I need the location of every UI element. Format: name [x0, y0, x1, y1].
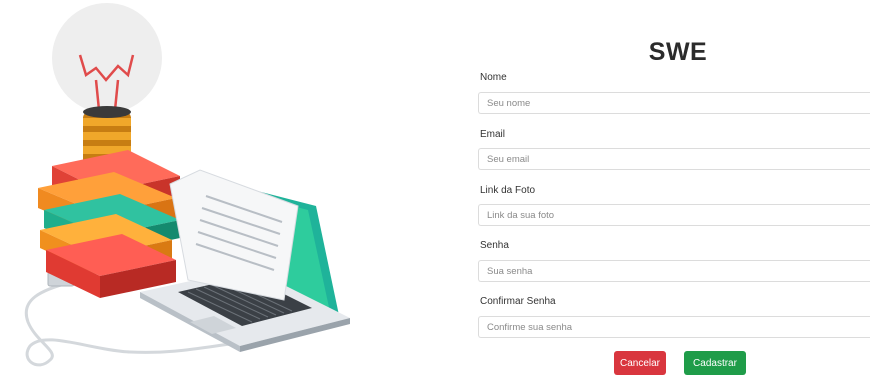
- name-input[interactable]: [478, 92, 870, 114]
- books-icon: [38, 150, 180, 298]
- photo-link-label: Link da Foto: [480, 185, 536, 196]
- photo-link-input[interactable]: [478, 204, 870, 226]
- name-label: Nome: [480, 72, 507, 83]
- cancel-button[interactable]: Cancelar: [614, 351, 666, 375]
- confirm-password-label: Confirmar Senha: [480, 296, 556, 307]
- email-label: Email: [480, 129, 506, 140]
- signup-form: SWE Nome Email Link da Foto Senha Confir…: [478, 0, 870, 385]
- lightbulb-icon: [52, 3, 162, 174]
- document-icon: [169, 169, 299, 301]
- submit-button[interactable]: Cadastrar: [684, 351, 746, 375]
- page-title: SWE: [648, 38, 708, 66]
- hero-illustration: [0, 0, 360, 385]
- email-input[interactable]: [478, 148, 870, 170]
- password-input[interactable]: [478, 260, 870, 282]
- confirm-password-input[interactable]: [478, 316, 870, 338]
- password-label: Senha: [480, 240, 509, 251]
